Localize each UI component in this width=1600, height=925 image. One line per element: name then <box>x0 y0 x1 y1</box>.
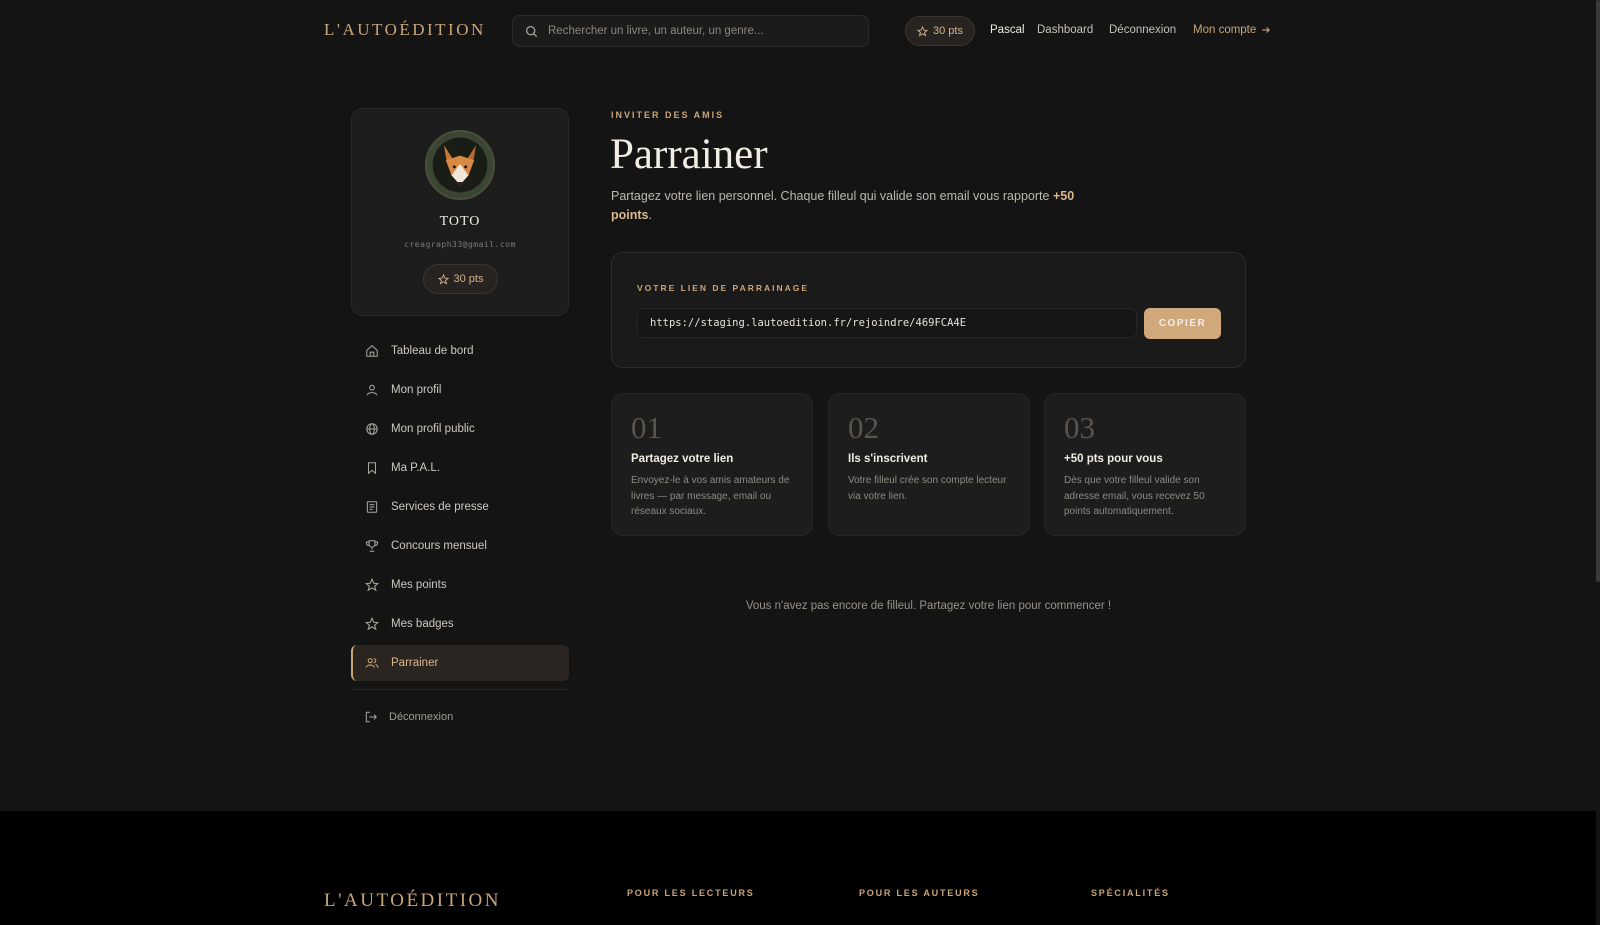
profile-name: TOTO <box>439 214 481 229</box>
sidebar-item-dashboard[interactable]: Tableau de bord <box>351 333 569 369</box>
nav-logout[interactable]: Déconnexion <box>1109 24 1176 36</box>
footer-column-specialties: SPÉCIALITÉS <box>1091 888 1170 898</box>
sidebar-item-label: Concours mensuel <box>391 540 487 552</box>
sidebar-logout-label: Déconnexion <box>389 711 454 723</box>
sidebar-item-contest[interactable]: Concours mensuel <box>351 528 569 564</box>
sidebar-logout[interactable]: Déconnexion <box>364 710 453 724</box>
sidebar-divider <box>351 689 569 690</box>
logout-icon <box>365 711 377 723</box>
header-points-value: 30 pts <box>933 25 963 37</box>
globe-icon <box>366 423 378 435</box>
step-number: 03 <box>1064 410 1095 445</box>
referral-link-card: VOTRE LIEN DE PARRAINAGE https://staging… <box>611 252 1246 368</box>
sidebar-item-label: Mon profil public <box>391 423 475 435</box>
step-title: +50 pts pour vous <box>1064 453 1163 465</box>
sidebar-item-label: Parrainer <box>391 657 439 669</box>
star-icon <box>365 578 379 592</box>
sidebar-item-press[interactable]: Services de presse <box>351 489 569 525</box>
trophy-icon <box>365 540 379 552</box>
sidebar-item-label: Mes badges <box>391 618 454 630</box>
bookmark-icon <box>367 462 377 475</box>
step-number: 01 <box>631 410 662 445</box>
arrow-right-icon <box>1262 27 1271 33</box>
nav-dashboard[interactable]: Dashboard <box>1037 24 1093 36</box>
page-scrollbar[interactable] <box>1596 0 1600 582</box>
search-bar[interactable] <box>512 15 869 47</box>
empty-referrals-message: Vous n'avez pas encore de filleul. Parta… <box>745 600 1112 612</box>
sidebar-item-profile[interactable]: Mon profil <box>351 372 569 408</box>
step-text: Dès que votre filleul valide son adresse… <box>1064 475 1205 517</box>
footer-logo: L'AUTOÉDITION <box>324 890 501 911</box>
step-text: Envoyez-le à vos amis amateurs de livres… <box>631 475 790 517</box>
star-icon <box>917 25 929 37</box>
step-title: Ils s'inscrivent <box>848 453 928 465</box>
step-number: 02 <box>848 410 879 445</box>
step-card-3: 03 +50 pts pour vous Dès que votre fille… <box>1044 393 1246 536</box>
sidebar-item-label: Mon profil <box>391 384 442 396</box>
user-icon <box>366 384 378 396</box>
profile-card: TOTO creagraph33@gmail.com 30 pts <box>351 108 569 316</box>
sidebar-item-referral[interactable]: Parrainer <box>351 645 569 681</box>
sidebar-item-points[interactable]: Mes points <box>351 567 569 603</box>
page-title: Parrainer <box>610 131 768 178</box>
step-text: Votre filleul crée son compte lecteur vi… <box>848 475 1007 502</box>
star-icon <box>365 617 379 631</box>
sidebar-item-label: Services de presse <box>391 501 489 513</box>
footer-column-authors: POUR LES AUTEURS <box>859 888 980 898</box>
site-footer: L'AUTOÉDITION POUR LES LECTEURS POUR LES… <box>0 811 1596 925</box>
nav-user-name[interactable]: Pascal <box>990 24 1025 36</box>
section-eyebrow: INVITER DES AMIS <box>611 110 725 120</box>
footer-column-readers: POUR LES LECTEURS <box>627 888 755 898</box>
sidebar-item-public-profile[interactable]: Mon profil public <box>351 411 569 447</box>
top-header: L'AUTOÉDITION 30 pts Pascal Dashboard Dé… <box>0 0 1600 62</box>
search-input[interactable] <box>548 25 848 37</box>
site-logo[interactable]: L'AUTOÉDITION <box>324 20 486 40</box>
profile-email: creagraph33@gmail.com <box>404 240 516 249</box>
nav-account-label: Mon compte <box>1193 24 1257 36</box>
newspaper-icon <box>366 501 378 513</box>
nav-account[interactable]: Mon compte <box>1193 24 1271 36</box>
page-intro: Partagez votre lien personnel. Chaque fi… <box>611 187 1081 225</box>
profile-points-badge: 30 pts <box>423 264 498 294</box>
intro-text: Partagez votre lien personnel. Chaque fi… <box>611 189 1053 203</box>
sidebar-item-label: Mes points <box>391 579 447 591</box>
sidebar-item-pal[interactable]: Ma P.A.L. <box>351 450 569 486</box>
copy-button[interactable]: COPIER <box>1144 308 1221 339</box>
star-icon <box>437 273 449 285</box>
step-card-1: 01 Partagez votre lien Envoyez-le à vos … <box>611 393 813 536</box>
header-points-badge[interactable]: 30 pts <box>905 16 975 46</box>
sidebar-item-label: Tableau de bord <box>391 345 474 357</box>
sidebar-item-badges[interactable]: Mes badges <box>351 606 569 642</box>
referral-link-field[interactable]: https://staging.lautoedition.fr/rejoindr… <box>637 308 1137 338</box>
users-icon <box>365 658 379 668</box>
profile-points-value: 30 pts <box>453 273 484 285</box>
sidebar-nav: Tableau de bord Mon profil Mon profil pu… <box>351 333 569 684</box>
search-icon <box>525 25 538 37</box>
fox-avatar-icon <box>427 132 493 198</box>
step-card-2: 02 Ils s'inscrivent Votre filleul crée s… <box>828 393 1030 536</box>
intro-end: . <box>648 208 652 222</box>
step-title: Partagez votre lien <box>631 453 734 465</box>
home-icon <box>366 345 378 357</box>
referral-link-label: VOTRE LIEN DE PARRAINAGE <box>637 283 810 293</box>
avatar <box>425 130 495 200</box>
sidebar-item-label: Ma P.A.L. <box>391 462 441 474</box>
